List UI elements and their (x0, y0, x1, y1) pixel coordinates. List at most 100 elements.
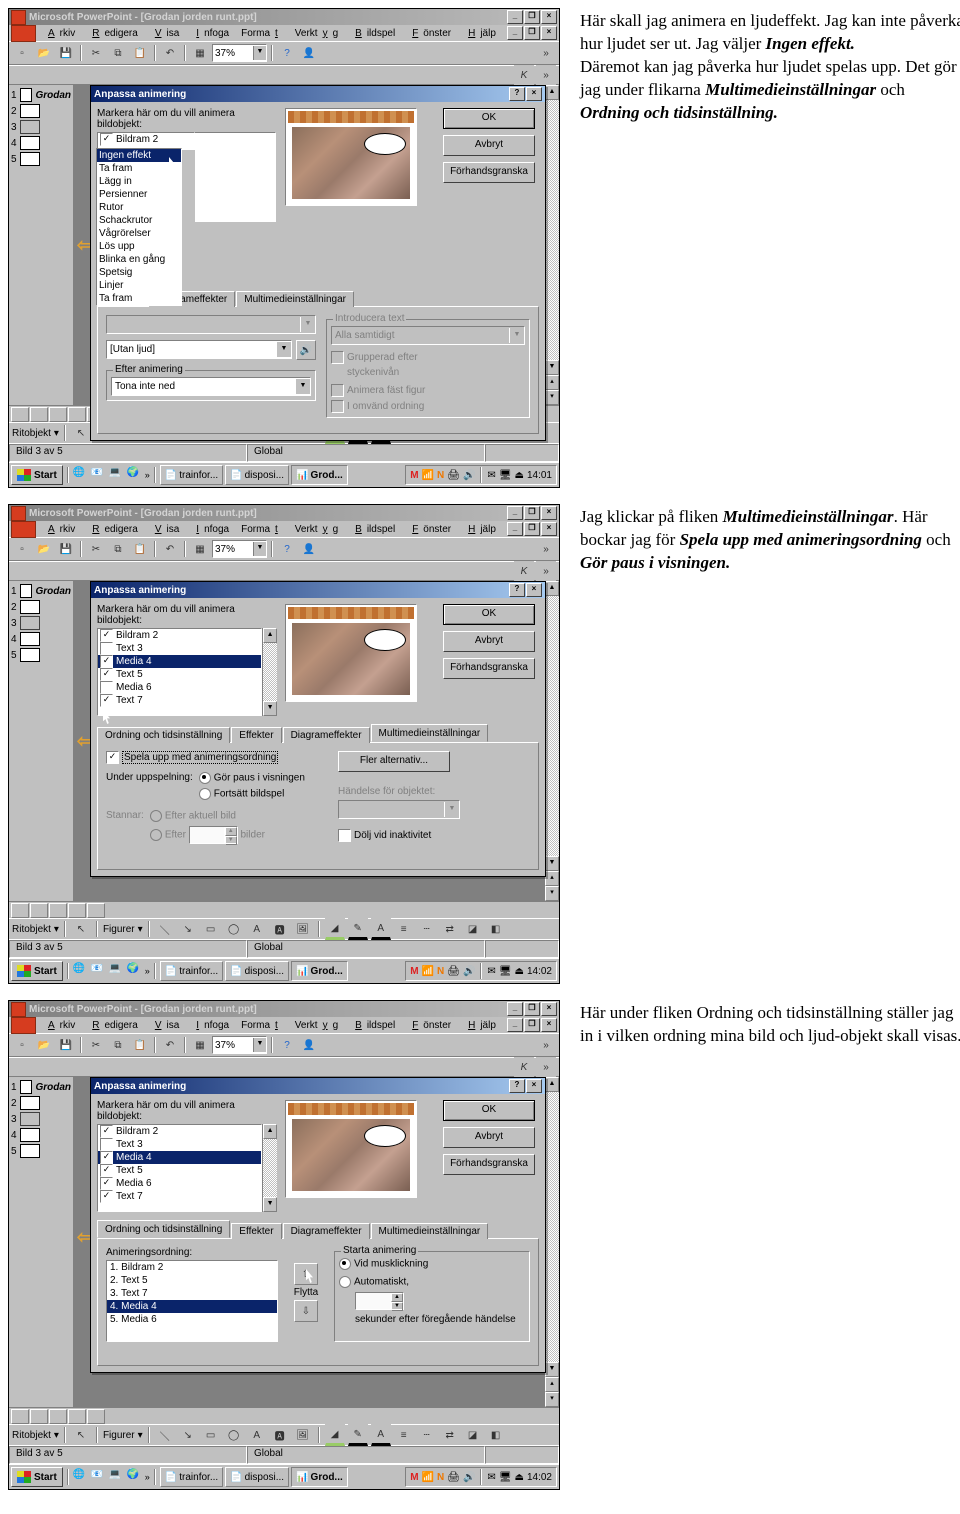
effect-item[interactable]: Rutor (97, 201, 181, 214)
save-icon[interactable]: 💾 (56, 43, 76, 63)
doc-minimize[interactable]: _ (507, 26, 523, 40)
draw-menu[interactable]: Ritobjekt (12, 428, 51, 439)
menu-hjalp[interactable]: Hjälp (458, 27, 501, 40)
list-item[interactable]: ✓Text 5 (98, 668, 261, 681)
open-icon[interactable]: 📂 (34, 539, 54, 559)
order-item[interactable]: 5. Media 6 (107, 1313, 277, 1326)
doc-restore[interactable]: ❐ (524, 26, 540, 40)
ql-icon[interactable]: 🌍 (127, 467, 143, 483)
effect-item[interactable]: Schackrutor (97, 214, 181, 227)
maximize-button[interactable]: ❐ (524, 506, 540, 520)
close-button[interactable]: × (541, 10, 557, 24)
order-item[interactable]: 4. Media 4 (107, 1300, 277, 1313)
list-item[interactable]: Media 6 (98, 681, 261, 694)
fortsatt-radio[interactable]: Fortsätt bildspel (199, 788, 305, 800)
italic-icon[interactable]: K (514, 65, 534, 85)
menu-infoga[interactable]: Infoga (186, 27, 234, 40)
insert-icon[interactable]: ▦ (190, 43, 210, 63)
sorter-view-icon[interactable] (68, 407, 86, 422)
tab-ordning[interactable]: Ordning och tidsinställning (97, 727, 230, 743)
help-icon[interactable]: ? (277, 539, 297, 559)
list-item[interactable]: ✓Media 4 (98, 1151, 261, 1164)
list-item[interactable]: ✓Bildram 2 (98, 1125, 261, 1138)
effect-item[interactable]: Lägg in (97, 175, 181, 188)
sound-icon[interactable]: 🔊 (296, 340, 316, 360)
help-icon[interactable]: ? (277, 43, 297, 63)
select-icon[interactable]: ↖ (71, 423, 91, 443)
ok-button[interactable]: OK (443, 1100, 535, 1121)
ok-button[interactable]: OK (443, 604, 535, 625)
undo-icon[interactable]: ↶ (160, 43, 180, 63)
list-item[interactable]: ✓Text 7 (98, 1190, 261, 1203)
slide-thumb[interactable] (20, 152, 40, 166)
outline-view-icon[interactable] (30, 407, 48, 422)
menu-verktyg[interactable]: Verktyg (290, 523, 343, 536)
after-combo[interactable]: Tona inte ned▼ (111, 377, 311, 396)
slide-thumb[interactable] (20, 136, 40, 150)
start-button[interactable]: Start (11, 961, 63, 981)
menu-infoga[interactable]: Infoga (186, 523, 234, 536)
vid-radio[interactable]: Vid musklickning (339, 1258, 525, 1270)
slide-thumb[interactable] (20, 120, 40, 134)
menu-arkiv[interactable]: Arkiv (38, 27, 80, 40)
minimize-button[interactable]: _ (507, 10, 523, 24)
forhandsgranska-button[interactable]: Förhandsgranska (443, 162, 535, 183)
sound-combo[interactable]: [Utan ljud]▼ (106, 340, 292, 359)
menu-visa[interactable]: Visa (145, 523, 184, 536)
list-item[interactable]: Text 3 (98, 642, 261, 655)
forhandsgranska-button[interactable]: Förhandsgranska (443, 658, 535, 679)
dolj-checkbox[interactable]: Dölj vid inaktivitet (338, 829, 530, 842)
new-icon[interactable]: ▫ (12, 43, 32, 63)
copy-icon[interactable]: ⧉ (108, 43, 128, 63)
slide-thumb[interactable] (20, 88, 33, 102)
list-item[interactable]: ✓Text 5 (98, 1164, 261, 1177)
menu-redigera[interactable]: Redigera (82, 27, 143, 40)
tab-diagram[interactable]: Diagrameffekter (283, 1223, 370, 1239)
objects-listbox[interactable]: ✓Bildram 2 Text 3 ✓Media 4 ✓Text 5 Media… (97, 628, 262, 716)
avbryt-button[interactable]: Avbryt (443, 631, 535, 652)
zoom-combo[interactable]: ▼ (212, 540, 267, 558)
menu-fonster[interactable]: Fönster (402, 523, 456, 536)
vscrollbar[interactable]: ▲▼▴▾ (544, 581, 559, 901)
tab-diagram[interactable]: Diagrameffekter (283, 727, 370, 743)
vscrollbar[interactable]: ▲▼▴▾ (544, 85, 559, 405)
minimize-button[interactable]: _ (507, 506, 523, 520)
menu-format[interactable]: Format (236, 27, 288, 40)
menu-hjalp[interactable]: Hjälp (458, 523, 501, 536)
cut-icon[interactable]: ✂ (86, 43, 106, 63)
tab-multi[interactable]: Multimedieinställningar (371, 724, 489, 742)
zoom-value[interactable] (213, 46, 253, 60)
tab-multi[interactable]: Multimedieinställningar (236, 291, 354, 307)
objects-listbox[interactable]: ✓Bildram 2 Text 3 ✓Media 4 ✓Text 5 ✓Medi… (97, 1124, 262, 1212)
close-button[interactable]: × (541, 506, 557, 520)
list-item[interactable]: ✓Text 7 (98, 694, 261, 707)
list-item[interactable]: ✓Bildram 2 (98, 629, 261, 642)
auto-radio[interactable]: Automatiskt, (339, 1276, 525, 1288)
more-icon[interactable]: » (536, 43, 556, 63)
paste-icon[interactable]: 📋 (130, 539, 150, 559)
more2-icon[interactable]: » (536, 65, 556, 85)
zoom-combo[interactable]: ▼ (212, 44, 267, 62)
copy-icon[interactable]: ⧉ (108, 539, 128, 559)
task-button[interactable]: 📊Grod... (291, 465, 348, 485)
order-item[interactable]: 2. Text 5 (107, 1274, 277, 1287)
menu-arkiv[interactable]: Arkiv (38, 523, 80, 536)
task-button[interactable]: 📄trainfor... (160, 465, 223, 485)
effect-item[interactable]: Ingen effekt (97, 149, 181, 162)
slide-view-icon[interactable] (49, 407, 67, 422)
dialog-close-button[interactable]: × (526, 87, 542, 101)
list-item[interactable]: Text 3 (98, 1138, 261, 1151)
effect-item[interactable]: Linjer (97, 279, 181, 292)
tab-effekter[interactable]: Effekter (231, 727, 281, 743)
effect-item[interactable]: Blinka en gång (97, 253, 181, 266)
start-button[interactable]: Start (11, 465, 63, 485)
paste-icon[interactable]: 📋 (130, 43, 150, 63)
effect-item[interactable]: Lös upp (97, 240, 181, 253)
save-icon[interactable]: 💾 (56, 539, 76, 559)
tab-ordning[interactable]: Ordning och tidsinställning (97, 1220, 230, 1238)
menu-format[interactable]: Format (236, 523, 288, 536)
ok-button[interactable]: OK (443, 108, 535, 129)
move-up-button[interactable]: ⇧ (294, 1263, 318, 1285)
avbryt-button[interactable]: Avbryt (443, 1127, 535, 1148)
insert-icon[interactable]: ▦ (190, 539, 210, 559)
